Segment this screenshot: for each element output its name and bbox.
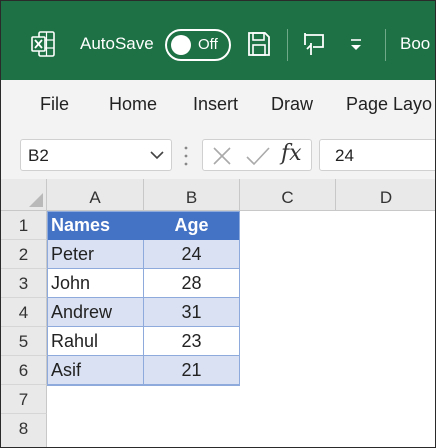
toggle-knob	[171, 35, 191, 55]
toggle-state-label: Off	[198, 36, 218, 53]
excel-window: AutoSave Off Boo File Home Insert Draw P…	[0, 0, 436, 448]
table-cell-name[interactable]: Rahul	[47, 327, 144, 356]
tab-page-layout[interactable]: Page Layo	[346, 94, 432, 115]
title-bar: AutoSave Off Boo	[1, 1, 435, 80]
grip-handle-icon[interactable]	[183, 145, 189, 167]
row-header-5[interactable]: 5	[1, 327, 47, 356]
formula-value: 24	[335, 146, 354, 165]
formula-bar: B2 fx 24	[1, 132, 435, 179]
table-cell-age[interactable]: 31	[144, 298, 240, 327]
worksheet-grid: A B C D 1 2 3 4 5 6 7 8 Names Age Peter …	[1, 179, 435, 447]
table-cell-name[interactable]: Andrew	[47, 298, 144, 327]
insert-function-icon[interactable]: fx	[281, 141, 302, 166]
divider	[385, 29, 386, 61]
cancel-icon[interactable]	[212, 146, 232, 166]
name-box-value: B2	[28, 146, 49, 165]
formula-input[interactable]: 24	[319, 139, 435, 171]
tab-home[interactable]: Home	[109, 94, 157, 115]
customize-qat-icon[interactable]	[348, 37, 364, 53]
autosave-label: AutoSave	[80, 34, 154, 53]
touch-mode-icon[interactable]	[301, 31, 327, 57]
column-header-b[interactable]: B	[144, 179, 240, 211]
tab-file[interactable]: File	[40, 94, 69, 115]
enter-check-icon[interactable]	[245, 146, 271, 166]
tab-draw[interactable]: Draw	[271, 94, 313, 115]
divider	[287, 29, 288, 61]
select-all-button[interactable]	[1, 179, 47, 211]
save-icon[interactable]	[247, 31, 271, 57]
chevron-down-icon[interactable]	[150, 150, 164, 160]
name-box[interactable]: B2	[20, 139, 172, 171]
row-header-8[interactable]: 8	[1, 414, 47, 447]
excel-icon	[31, 31, 55, 57]
row-header-2[interactable]: 2	[1, 240, 47, 269]
table-cell-age[interactable]: 28	[144, 269, 240, 298]
tab-insert[interactable]: Insert	[193, 94, 238, 115]
table-header-names[interactable]: Names	[47, 211, 144, 240]
row-header-4[interactable]: 4	[1, 298, 47, 327]
row-header-1[interactable]: 1	[1, 211, 47, 240]
table-cell-age[interactable]: 21	[144, 356, 240, 385]
column-header-a[interactable]: A	[47, 179, 144, 211]
row-header-6[interactable]: 6	[1, 356, 47, 385]
table-header-age[interactable]: Age	[144, 211, 240, 240]
autosave-toggle[interactable]: Off	[165, 29, 231, 61]
select-all-triangle	[29, 193, 43, 207]
document-name[interactable]: Boo	[400, 34, 430, 54]
formula-actions: fx	[202, 139, 312, 171]
table-cell-age[interactable]: 24	[144, 240, 240, 269]
table-cell-name[interactable]: John	[47, 269, 144, 298]
ribbon-tabs: File Home Insert Draw Page Layo	[1, 80, 435, 132]
column-header-d[interactable]: D	[336, 179, 435, 211]
row-header-7[interactable]: 7	[1, 385, 47, 414]
row-header-3[interactable]: 3	[1, 269, 47, 298]
column-header-c[interactable]: C	[240, 179, 336, 211]
table-cell-name[interactable]: Peter	[47, 240, 144, 269]
table-cell-name[interactable]: Asif	[47, 356, 144, 385]
table-cell-age[interactable]: 23	[144, 327, 240, 356]
